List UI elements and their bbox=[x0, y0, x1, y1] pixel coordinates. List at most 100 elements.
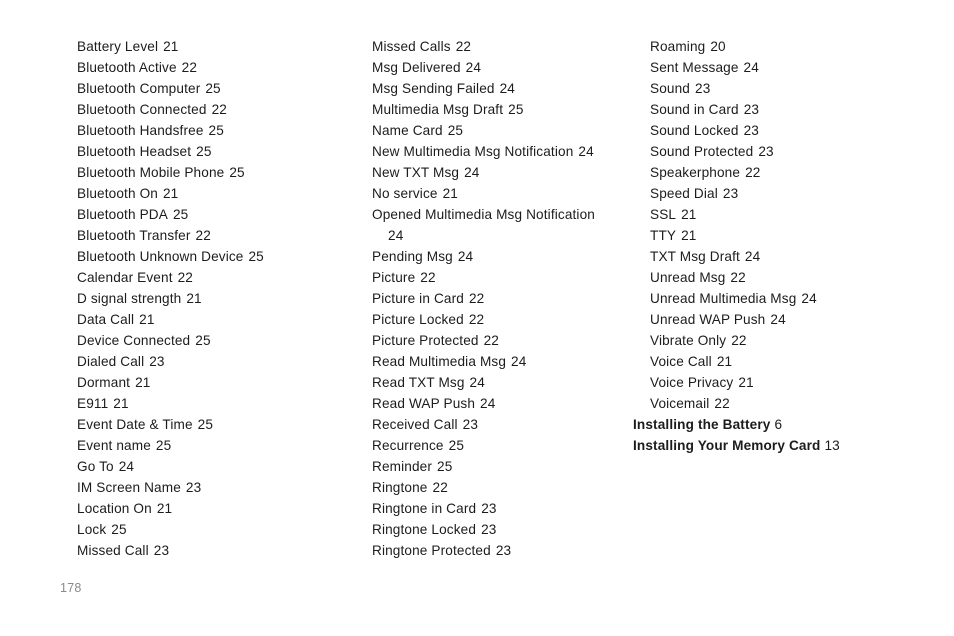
index-entry: Bluetooth Unknown Device 25 bbox=[60, 246, 360, 267]
index-entry: Voice Call 21 bbox=[633, 351, 943, 372]
index-entry-page-number: 25 bbox=[205, 81, 221, 96]
index-entry-page-number: 20 bbox=[710, 39, 726, 54]
index-entry-label: Picture bbox=[372, 270, 416, 285]
index-entry-label: Bluetooth Connected bbox=[77, 102, 207, 117]
index-entry-page-number: 23 bbox=[149, 354, 165, 369]
index-entry-label: Reminder bbox=[372, 459, 433, 474]
index-entry: Location On 21 bbox=[60, 498, 360, 519]
index-entry: TTY 21 bbox=[633, 225, 943, 246]
index-entry: Calendar Event 22 bbox=[60, 267, 360, 288]
index-heading-entry: Installing the Battery 6 bbox=[633, 414, 943, 435]
index-entry-page-number: 23 bbox=[481, 501, 497, 516]
index-entry-page-number: 21 bbox=[156, 501, 173, 516]
index-entry-label: TXT Msg Draft bbox=[650, 249, 740, 264]
index-entry: Picture Locked 22 bbox=[355, 309, 655, 330]
index-entry-page-number: 22 bbox=[468, 291, 485, 306]
index-entry: Unread Multimedia Msg 24 bbox=[633, 288, 943, 309]
index-entry: New Multimedia Msg Notification 24 bbox=[355, 141, 655, 162]
index-entry: Ringtone 22 bbox=[355, 477, 655, 498]
index-entry: Picture Protected 22 bbox=[355, 330, 655, 351]
index-entry-label: Bluetooth On bbox=[77, 186, 158, 201]
index-entry-page-number: 24 bbox=[464, 165, 480, 180]
index-entry: Msg Sending Failed 24 bbox=[355, 78, 655, 99]
index-entry-page-number: 25 bbox=[229, 165, 245, 180]
index-entry-label: E911 bbox=[77, 396, 109, 411]
index-entry-label: Missed Call bbox=[77, 543, 149, 558]
index-entry-page-number: 6 bbox=[774, 417, 783, 432]
index-entry: Ringtone Locked 23 bbox=[355, 519, 655, 540]
index-entry-label: Sound Locked bbox=[650, 123, 739, 138]
index-entry: Ringtone Protected 23 bbox=[355, 540, 655, 561]
index-entry-label: Event Date & Time bbox=[77, 417, 193, 432]
index-entry-page-number: 22 bbox=[420, 270, 436, 285]
index-entry-page-number: 25 bbox=[508, 102, 524, 117]
index-entry-label: Sound in Card bbox=[650, 102, 739, 117]
index-entry-label: Sent Message bbox=[650, 60, 739, 75]
index-entry-page-number: 23 bbox=[743, 123, 759, 138]
index-entry-label: New Multimedia Msg Notification bbox=[372, 144, 574, 159]
index-entry: Dialed Call 23 bbox=[60, 351, 360, 372]
index-entry-page-number: 24 bbox=[469, 375, 485, 390]
index-entry-page-number: 23 bbox=[462, 417, 479, 432]
index-entry: Read TXT Msg 24 bbox=[355, 372, 655, 393]
index-entry: Read WAP Push 24 bbox=[355, 393, 655, 414]
index-entry-page-number: 25 bbox=[172, 207, 189, 222]
index-entry-page-number: 21 bbox=[135, 375, 151, 390]
index-entry-page-number: 25 bbox=[447, 123, 464, 138]
index-page: Battery Level 21 Bluetooth Active 22 Bluet… bbox=[0, 0, 954, 636]
index-entry-page-number: 25 bbox=[195, 333, 211, 348]
index-entry: Bluetooth Handsfree 25 bbox=[60, 120, 360, 141]
index-entry-page-number: 22 bbox=[432, 480, 448, 495]
index-entry-page-number: 24 bbox=[743, 60, 759, 75]
index-entry: E911 21 bbox=[60, 393, 360, 414]
index-entry: Event Date & Time 25 bbox=[60, 414, 360, 435]
index-entry-label: TTY bbox=[650, 228, 677, 243]
index-entry-label: Bluetooth Active bbox=[77, 60, 177, 75]
index-entry-page-number: 21 bbox=[442, 186, 458, 201]
index-entry: Unread WAP Push 24 bbox=[633, 309, 943, 330]
index-entry-label: Pending Msg bbox=[372, 249, 453, 264]
index-column-1: Battery Level 21 Bluetooth Active 22 Bluet… bbox=[60, 36, 360, 561]
index-entry-label: Sound bbox=[650, 81, 690, 96]
index-entry-label: Picture Locked bbox=[372, 312, 464, 327]
index-entry: Picture in Card 22 bbox=[355, 288, 655, 309]
index-entry-page-number: 24 bbox=[499, 81, 516, 96]
index-entry-label: Roaming bbox=[650, 39, 706, 54]
index-entry-page-number: 23 bbox=[185, 480, 202, 495]
index-entry: Dormant 21 bbox=[60, 372, 360, 393]
index-entry-label: Read TXT Msg bbox=[372, 375, 465, 390]
index-entry-page-number: 25 bbox=[197, 417, 214, 432]
index-entry-page-number: 24 bbox=[511, 354, 527, 369]
index-entry-page-number: 25 bbox=[437, 459, 453, 474]
index-entry: Bluetooth On 21 bbox=[60, 183, 360, 204]
index-column-2: Missed Calls 22 Msg Delivered 24 Msg Sendi… bbox=[355, 36, 655, 561]
index-entry-label: Dormant bbox=[77, 375, 131, 390]
index-entry-label: D signal strength bbox=[77, 291, 182, 306]
index-entry-label: Bluetooth Mobile Phone bbox=[77, 165, 225, 180]
index-entry: No service 21 bbox=[355, 183, 655, 204]
index-entry-page-number: 22 bbox=[731, 333, 747, 348]
index-entry-label: Device Connected bbox=[77, 333, 191, 348]
index-entry-label: Voice Call bbox=[650, 354, 712, 369]
index-entry: Pending Msg 24 bbox=[355, 246, 655, 267]
index-entry: IM Screen Name 23 bbox=[60, 477, 360, 498]
index-entry-label: Ringtone in Card bbox=[372, 501, 477, 516]
index-entry-page-number: 24 bbox=[770, 312, 786, 327]
index-entry: Speakerphone 22 bbox=[633, 162, 943, 183]
index-entry-page-number: 25 bbox=[248, 249, 264, 264]
index-entry: Missed Calls 22 bbox=[355, 36, 655, 57]
index-entry-page-number: 22 bbox=[468, 312, 485, 327]
index-entry-label: Received Call bbox=[372, 417, 458, 432]
index-entry-page-number: 22 bbox=[211, 102, 227, 117]
index-entry-label: Ringtone bbox=[372, 480, 428, 495]
index-entry-page-number: 21 bbox=[186, 291, 202, 306]
index-entry: Bluetooth PDA 25 bbox=[60, 204, 360, 225]
index-entry-label: Voice Privacy bbox=[650, 375, 734, 390]
index-entry-label: Go To bbox=[77, 459, 114, 474]
index-entry: Unread Msg 22 bbox=[633, 267, 943, 288]
index-entry-page-number: 21 bbox=[163, 39, 179, 54]
index-entry-label: Battery Level bbox=[77, 39, 159, 54]
index-entry: Sent Message 24 bbox=[633, 57, 943, 78]
index-entry: Voice Privacy 21 bbox=[633, 372, 943, 393]
index-entry-label: Bluetooth Transfer bbox=[77, 228, 191, 243]
